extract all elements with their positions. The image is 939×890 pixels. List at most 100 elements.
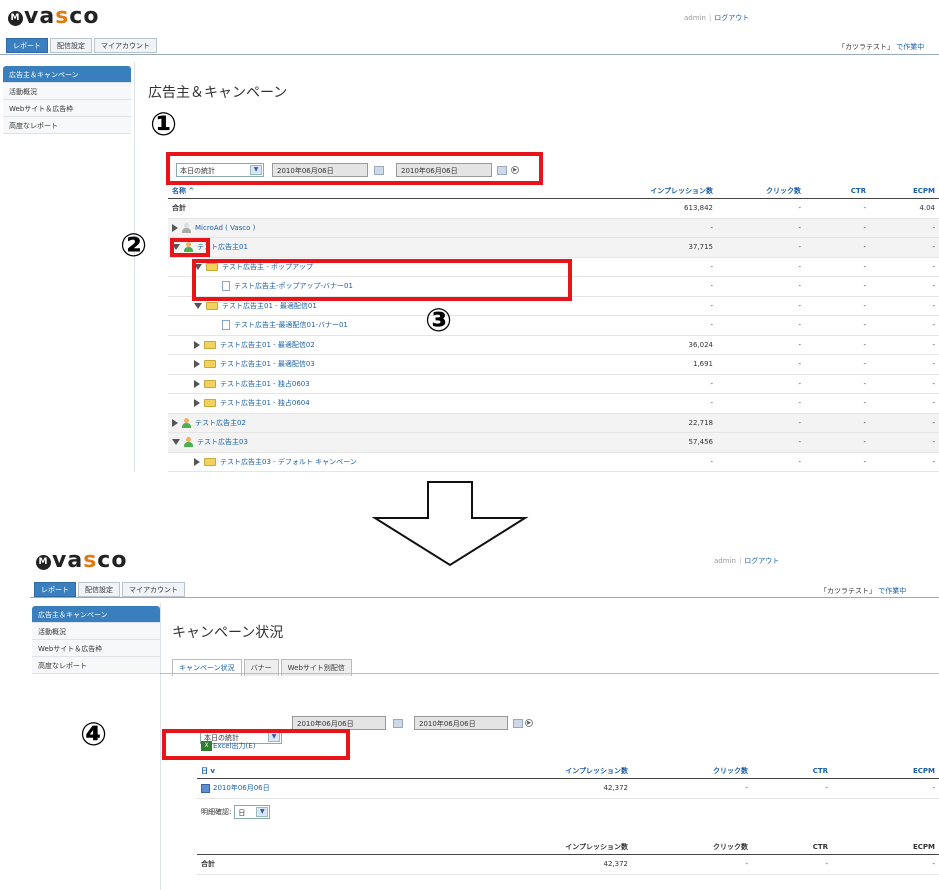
user-icon bbox=[182, 222, 191, 233]
collapse-triangle-icon[interactable] bbox=[194, 302, 202, 309]
date-from-field[interactable]: 2010年06月06日 bbox=[292, 716, 386, 730]
table-row: テスト広告主01 - 最適配信03 1,691- - - bbox=[168, 354, 939, 375]
ctr-cell: - bbox=[752, 854, 832, 875]
column-header-impressions[interactable]: インプレッション数 bbox=[582, 184, 717, 199]
row-name-link[interactable]: テスト広告主01 - 最適配信02 bbox=[220, 341, 315, 349]
impressions-cell: - bbox=[582, 218, 717, 238]
logout-link[interactable]: ログアウト bbox=[744, 557, 779, 565]
row-name-link[interactable]: テスト広告主03 - デフォルト キャンペーン bbox=[220, 458, 357, 466]
impressions-cell: 36,024 bbox=[582, 335, 717, 355]
marker-3: ③ bbox=[425, 301, 453, 339]
logout-link[interactable]: ログアウト bbox=[714, 14, 749, 22]
column-header-ctr[interactable]: CTR bbox=[752, 764, 832, 779]
user-links: admin | ログアウト bbox=[714, 557, 780, 565]
table-row: テスト広告主-最適配信01-バナー01- - - - bbox=[168, 315, 939, 336]
user-icon bbox=[182, 417, 191, 428]
column-header-ctr[interactable]: CTR bbox=[805, 184, 870, 199]
row-name-link[interactable]: テスト広告主01 - 最適配信03 bbox=[220, 360, 315, 368]
expand-triangle-icon[interactable] bbox=[194, 379, 200, 388]
project-dropdown[interactable]: で作業中 bbox=[896, 43, 924, 51]
ctr-cell: - bbox=[805, 413, 870, 433]
row-name-link[interactable]: テスト広告主03 bbox=[197, 438, 248, 446]
total-row: 合計 42,372 - - - bbox=[197, 854, 939, 875]
impressions-cell: 22,718 bbox=[582, 413, 717, 433]
ecpm-cell: - bbox=[870, 432, 939, 453]
date-link[interactable]: 2010年06月06日 bbox=[213, 784, 270, 792]
clicks-cell: - bbox=[717, 218, 805, 238]
tab-report[interactable]: レポート bbox=[6, 38, 48, 53]
user-links: admin | ログアウト bbox=[684, 14, 750, 22]
project-dropdown[interactable]: で作業中 bbox=[878, 587, 906, 595]
table-row: テスト広告主01 37,715- - - bbox=[168, 237, 939, 258]
tab-divider bbox=[0, 54, 939, 55]
table-row: MicroAd ( Vasco ) - - - - bbox=[168, 218, 939, 238]
sidebar-item-websites[interactable]: Webサイト＆広告枠 bbox=[3, 100, 131, 117]
sidebar-item-advertiser-campaign[interactable]: 広告主＆キャンペーン bbox=[3, 66, 131, 83]
subtab-divider bbox=[160, 673, 939, 674]
detail-select[interactable]: 日 ▼ bbox=[234, 805, 271, 819]
tab-my-account[interactable]: マイアカウント bbox=[94, 38, 157, 53]
impressions-cell: 57,456 bbox=[582, 432, 717, 453]
folder-icon bbox=[204, 399, 216, 408]
calendar-icon[interactable] bbox=[513, 719, 523, 728]
tab-delivery-settings[interactable]: 配信設定 bbox=[50, 38, 92, 53]
annotation-box-1 bbox=[166, 152, 543, 185]
calendar-icon[interactable] bbox=[393, 719, 403, 728]
collapse-triangle-icon[interactable] bbox=[172, 439, 180, 446]
tab-delivery-settings[interactable]: 配信設定 bbox=[78, 582, 120, 597]
sidebar-item-advanced-report[interactable]: 高度なレポート bbox=[32, 657, 160, 674]
sidebar-item-websites[interactable]: Webサイト＆広告枠 bbox=[32, 640, 160, 657]
row-name-link[interactable]: テスト広告主01 - 独占0604 bbox=[220, 399, 310, 407]
expand-triangle-icon[interactable] bbox=[194, 457, 200, 466]
column-header-ecpm[interactable]: ECPM bbox=[832, 764, 939, 779]
row-name-link[interactable]: テスト広告主01 - 最適配信01 bbox=[222, 302, 317, 310]
table-row: テスト広告主01 - 最適配信02 36,024- - - bbox=[168, 335, 939, 355]
clicks-cell: - bbox=[717, 296, 805, 316]
row-name-link[interactable]: テスト広告主01 - 独占0603 bbox=[220, 380, 310, 388]
impressions-cell: 42,372 bbox=[432, 778, 632, 799]
impressions-cell: 42,372 bbox=[432, 854, 632, 875]
column-header-date[interactable]: 日 v bbox=[197, 764, 432, 779]
column-header-impressions[interactable]: インプレッション数 bbox=[432, 764, 632, 779]
ecpm-cell: 4.04 bbox=[870, 198, 939, 219]
column-header-clicks[interactable]: クリック数 bbox=[632, 764, 752, 779]
column-header-name[interactable]: 名称 ^ bbox=[168, 184, 582, 199]
expand-triangle-icon[interactable] bbox=[194, 399, 200, 408]
expand-triangle-icon[interactable] bbox=[194, 360, 200, 369]
column-header-ecpm: ECPM bbox=[832, 840, 939, 855]
tab-report[interactable]: レポート bbox=[34, 582, 76, 597]
ecpm-cell: - bbox=[870, 218, 939, 238]
vasco-logo: Mvasco bbox=[8, 4, 99, 29]
clicks-cell: - bbox=[717, 276, 805, 297]
go-icon[interactable]: ▶ bbox=[525, 719, 533, 727]
sidebar-item-advertiser-campaign[interactable]: 広告主＆キャンペーン bbox=[32, 606, 160, 623]
chevron-down-icon: ▼ bbox=[256, 807, 269, 817]
expand-triangle-icon[interactable] bbox=[172, 223, 178, 232]
clicks-cell: - bbox=[632, 854, 752, 875]
ecpm-cell: - bbox=[870, 237, 939, 258]
impressions-cell: - bbox=[582, 296, 717, 316]
tab-my-account[interactable]: マイアカウント bbox=[122, 582, 185, 597]
campaign-daily-table: 日 v インプレッション数 クリック数 CTR ECPM 2010年06月06日… bbox=[197, 764, 939, 799]
row-name-link[interactable]: テスト広告主02 bbox=[195, 419, 246, 427]
ecpm-cell: - bbox=[870, 296, 939, 316]
column-header-ecpm[interactable]: ECPM bbox=[870, 184, 939, 199]
total-label: 合計 bbox=[172, 204, 186, 213]
ctr-cell: - bbox=[805, 315, 870, 336]
ctr-cell: - bbox=[805, 452, 870, 472]
sidebar-item-advanced-report[interactable]: 高度なレポート bbox=[3, 117, 131, 134]
expand-triangle-icon[interactable] bbox=[172, 418, 178, 427]
column-header-clicks[interactable]: クリック数 bbox=[717, 184, 805, 199]
expand-triangle-icon[interactable] bbox=[194, 340, 200, 349]
row-name-link[interactable]: MicroAd ( Vasco ) bbox=[195, 224, 255, 232]
sidebar-item-activity[interactable]: 活動概況 bbox=[32, 623, 160, 640]
ecpm-cell: - bbox=[870, 276, 939, 297]
date-to-field[interactable]: 2010年06月06日 bbox=[414, 716, 508, 730]
project-indicator: 「カツラテスト」 で作業中 bbox=[838, 43, 925, 51]
sidebar-item-activity[interactable]: 活動概況 bbox=[3, 83, 131, 100]
marker-1: ① bbox=[150, 105, 178, 143]
column-header-impressions: インプレッション数 bbox=[432, 840, 632, 855]
ecpm-cell: - bbox=[870, 374, 939, 394]
annotation-box-3 bbox=[192, 259, 572, 301]
row-name-link[interactable]: テスト広告主-最適配信01-バナー01 bbox=[234, 321, 348, 329]
